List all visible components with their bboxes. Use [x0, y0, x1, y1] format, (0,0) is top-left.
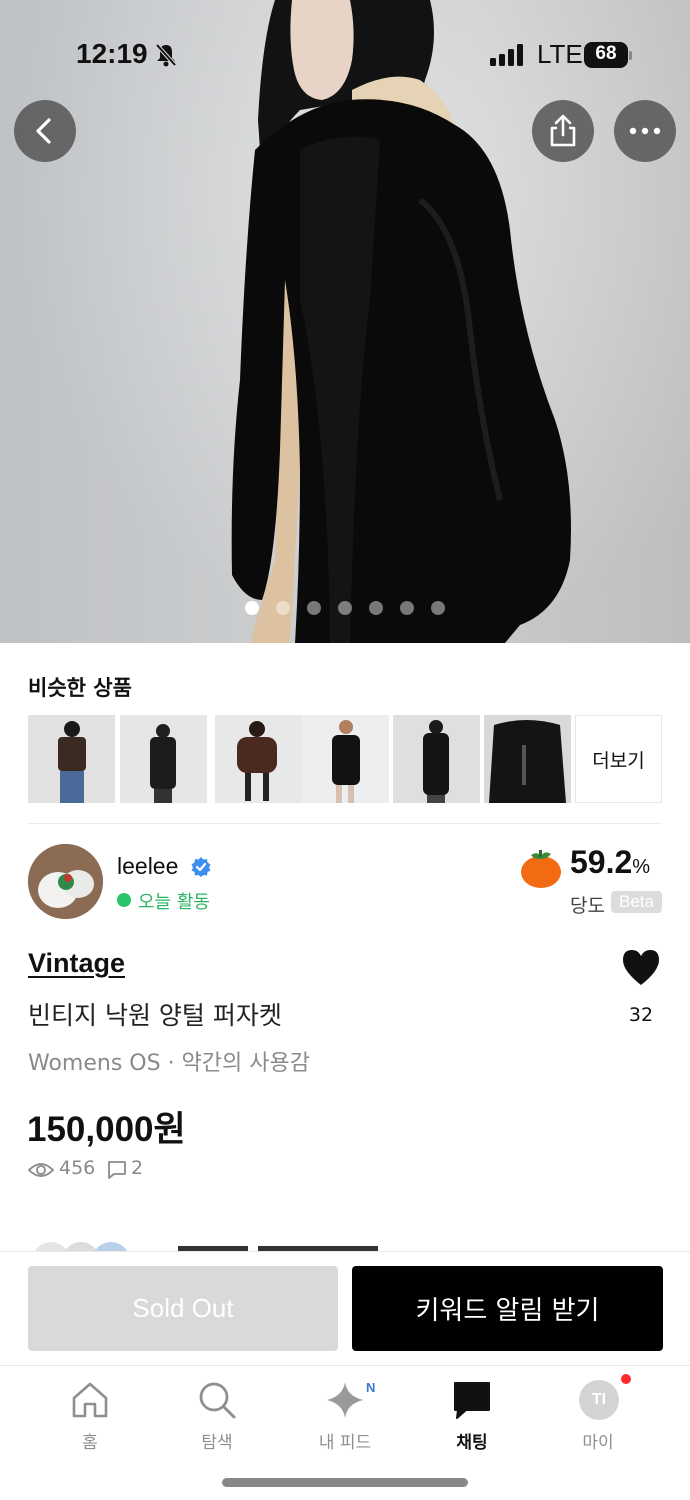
- sold-out-label: Sold Out: [132, 1293, 234, 1323]
- battery-level: 68: [595, 43, 617, 64]
- online-status-dot: [117, 893, 131, 907]
- see-more-button[interactable]: 더보기: [575, 715, 662, 803]
- carousel-dot[interactable]: [245, 601, 259, 615]
- battery-icon: 68: [584, 42, 632, 68]
- signal-icon: [490, 44, 523, 66]
- tab-label: 마이: [582, 1433, 614, 1453]
- product-image-carousel[interactable]: 12:19 LTE 68: [0, 0, 690, 643]
- eye-icon: [28, 1163, 54, 1177]
- new-badge: N: [366, 1380, 376, 1395]
- home-icon: [72, 1382, 108, 1418]
- tab-chat[interactable]: 채팅: [407, 1366, 537, 1466]
- chevron-left-icon: [36, 118, 51, 144]
- carousel-dot[interactable]: [431, 601, 445, 615]
- similar-product-thumb[interactable]: [120, 715, 207, 803]
- share-icon: [550, 114, 576, 147]
- chat-bubble-icon: [108, 1161, 126, 1179]
- network-label: LTE: [537, 39, 583, 69]
- divider: [28, 823, 662, 824]
- sparkle-icon: [327, 1382, 363, 1418]
- like-count: 32: [628, 1004, 654, 1026]
- chat-icon: [454, 1382, 490, 1419]
- content-peek: [28, 1238, 668, 1252]
- tab-label: 홈: [82, 1433, 98, 1453]
- mute-bell-icon: [155, 43, 177, 67]
- carousel-dot[interactable]: [338, 601, 352, 615]
- similar-product-thumb[interactable]: [215, 715, 302, 803]
- tab-label: 내 피드: [318, 1433, 372, 1453]
- carousel-dot[interactable]: [307, 601, 321, 615]
- heart-icon[interactable]: [620, 947, 662, 987]
- tab-home[interactable]: 홈: [25, 1366, 155, 1466]
- carousel-dot[interactable]: [276, 601, 290, 615]
- similar-product-thumb[interactable]: [484, 715, 571, 803]
- notification-dot: [621, 1374, 631, 1384]
- keyword-alert-button[interactable]: 키워드 알림 받기: [352, 1266, 663, 1351]
- seller-avatar[interactable]: [28, 844, 103, 919]
- similar-products-list: 더보기: [28, 715, 664, 803]
- seller-activity: 오늘 활동: [138, 892, 210, 913]
- persimmon-icon: [521, 850, 561, 888]
- search-icon: [199, 1382, 236, 1419]
- similar-products-title: 비슷한 상품: [28, 676, 132, 700]
- similar-product-thumb[interactable]: [28, 715, 115, 803]
- view-count: 456: [59, 1157, 96, 1179]
- verified-badge-icon: [191, 857, 211, 877]
- similar-product-thumb[interactable]: [302, 715, 389, 803]
- product-price: 150,000원: [27, 1110, 186, 1149]
- seller-score: 59.2%: [570, 844, 650, 881]
- profile-icon: TI: [579, 1380, 619, 1420]
- carousel-dot[interactable]: [369, 601, 383, 615]
- share-button[interactable]: [532, 100, 594, 162]
- home-indicator: [222, 1478, 468, 1487]
- sold-out-button: Sold Out: [28, 1266, 338, 1351]
- more-horizontal-icon: [629, 127, 661, 135]
- keyword-alert-label: 키워드 알림 받기: [415, 1296, 600, 1326]
- chat-count: 2: [131, 1157, 144, 1179]
- more-options-button[interactable]: [614, 100, 676, 162]
- tab-my[interactable]: TI 마이: [533, 1366, 663, 1466]
- tab-label: 채팅: [456, 1433, 488, 1453]
- tab-my-feed[interactable]: N 내 피드: [280, 1366, 410, 1466]
- product-meta: Womens OS · 약간의 사용감: [28, 1051, 310, 1076]
- back-button[interactable]: [14, 100, 76, 162]
- product-photo: [231, 0, 571, 643]
- see-more-label: 더보기: [592, 749, 645, 772]
- action-bar: Sold Out 키워드 알림 받기: [0, 1251, 690, 1365]
- status-time: 12:19: [76, 38, 148, 69]
- carousel-indicator: [0, 601, 690, 615]
- tab-label: 탐색: [201, 1433, 233, 1453]
- product-title: 빈티지 낙원 양털 퍼자켓: [28, 1001, 282, 1030]
- score-label: 당도: [570, 895, 605, 917]
- brand-link[interactable]: Vintage: [28, 948, 125, 979]
- carousel-dot[interactable]: [400, 601, 414, 615]
- tab-explore[interactable]: 탐색: [152, 1366, 282, 1466]
- status-bar: 12:19 LTE 68: [0, 36, 690, 76]
- score-value: 59.2: [570, 844, 633, 880]
- score-unit: %: [632, 856, 651, 878]
- similar-product-thumb[interactable]: [393, 715, 480, 803]
- beta-badge: Beta: [611, 891, 662, 913]
- seller-name[interactable]: leelee: [117, 853, 178, 880]
